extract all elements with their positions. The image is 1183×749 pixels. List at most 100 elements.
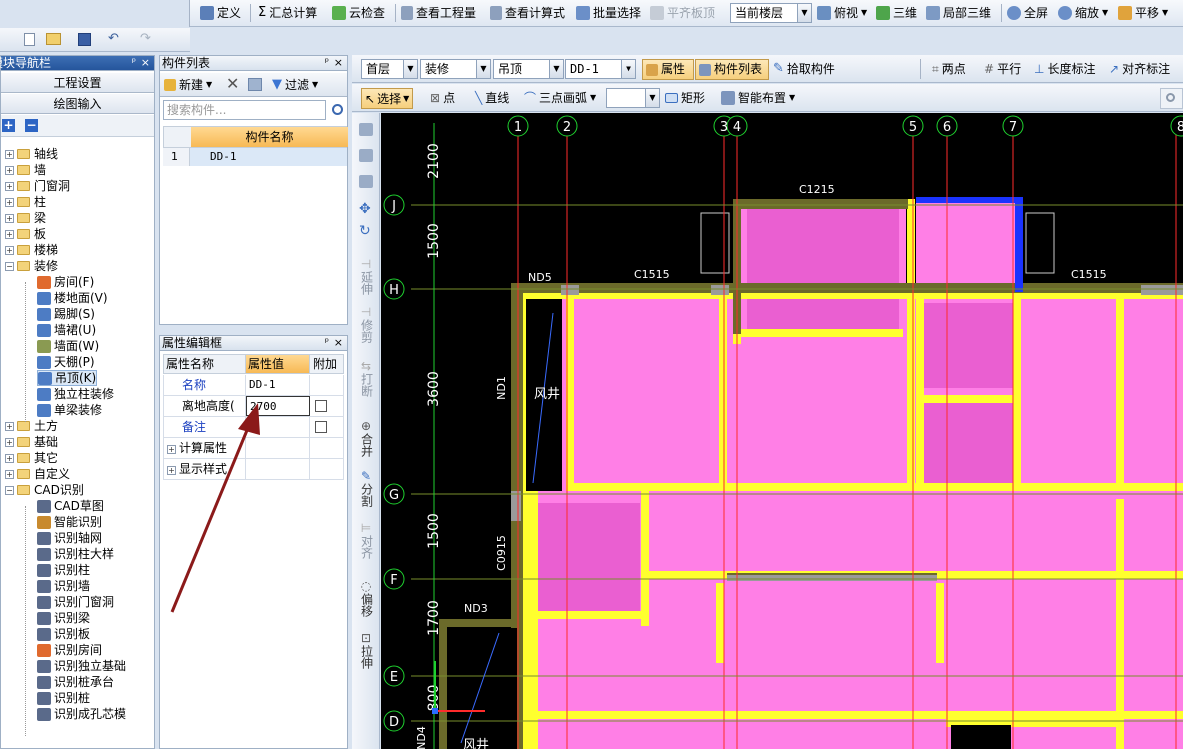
property-row[interactable]: 离地高度(2700 — [163, 396, 344, 417]
arc-mode-combo[interactable]: ▼ — [606, 88, 660, 108]
tree-item[interactable]: 智能识别 — [37, 514, 102, 530]
tree-folder[interactable]: + 轴线 — [5, 146, 58, 162]
property-row[interactable]: + 计算属性 — [163, 438, 344, 459]
expand-toggle-icon[interactable]: + — [5, 229, 14, 239]
expand-toggle-icon[interactable]: + — [5, 197, 14, 207]
zoom-button[interactable]: 缩放 ▼ — [1058, 0, 1108, 26]
tree-folder[interactable]: + 板 — [5, 226, 46, 242]
expand-toggle-icon[interactable]: + — [5, 453, 14, 463]
define-button[interactable]: 定义 — [200, 0, 241, 26]
open-folder-icon[interactable] — [46, 33, 61, 45]
tree-item[interactable]: 识别梁 — [37, 610, 90, 626]
search-icon[interactable] — [332, 104, 343, 115]
tree-item[interactable]: 识别门窗洞 — [37, 594, 114, 610]
top-view-button[interactable]: 俯视 ▼ — [817, 0, 867, 26]
tree-item[interactable]: 识别墙 — [37, 578, 90, 594]
tree-item[interactable]: 独立柱装修 — [37, 386, 114, 402]
tree-item[interactable]: 单梁装修 — [37, 402, 102, 418]
tree-folder[interactable]: + 柱 — [5, 194, 46, 210]
two-point-button[interactable]: ⌗ 两点 — [932, 56, 966, 82]
floor-combo[interactable]: 首层 ▼ — [361, 59, 418, 79]
property-row[interactable]: 备注 — [163, 417, 344, 438]
length-dim-button[interactable]: ⊥ 长度标注 — [1034, 56, 1095, 82]
tree-item[interactable]: 识别房间 — [37, 642, 102, 658]
expand-toggle-icon[interactable]: + — [167, 445, 176, 454]
tree-folder[interactable]: + 土方 — [5, 418, 58, 434]
split-tool[interactable]: ✎ 分割 — [352, 470, 380, 510]
save-icon[interactable] — [78, 33, 91, 46]
tree-folder[interactable]: + 梁 — [5, 210, 46, 226]
tree-folder[interactable]: + 门窗洞 — [5, 178, 70, 194]
component-list-toggle[interactable]: 构件列表 — [695, 59, 769, 80]
copy-tool-icon[interactable] — [359, 149, 373, 162]
close-icon[interactable]: × — [141, 56, 150, 70]
pan-button[interactable]: 平移 ▼ — [1118, 0, 1168, 26]
brush-icon[interactable] — [359, 123, 373, 136]
new-component-button[interactable]: 新建 ▼ — [164, 73, 212, 97]
line-button[interactable]: ╲ 直线 — [475, 85, 509, 111]
property-value[interactable] — [246, 417, 310, 437]
tree-item[interactable]: 识别桩 — [37, 690, 90, 706]
tree-item[interactable]: 楼地面(V) — [37, 290, 108, 306]
tree-item[interactable]: 识别桩承台 — [37, 674, 114, 690]
property-value[interactable]: 2700 — [246, 396, 310, 416]
tree-folder[interactable]: + 墙 — [5, 162, 46, 178]
property-value[interactable]: DD-1 — [246, 375, 310, 395]
expand-toggle-icon[interactable]: + — [5, 245, 14, 255]
type-combo[interactable]: 吊顶 ▼ — [493, 59, 564, 79]
floor-select[interactable]: 当前楼层 ▼ — [730, 3, 812, 23]
expand-toggle-icon[interactable]: + — [5, 149, 14, 159]
tree-item[interactable]: 识别独立基础 — [37, 658, 126, 674]
align-dim-button[interactable]: ↗ 对齐标注 — [1109, 56, 1170, 82]
align-tool[interactable]: ⊨ 对齐 — [352, 522, 380, 562]
extend-tool[interactable]: ⊣ 延伸 — [352, 258, 380, 298]
property-row[interactable]: + 显示样式 — [163, 459, 344, 480]
extra-checkbox[interactable] — [315, 400, 327, 412]
tree-item[interactable]: 识别柱大样 — [37, 546, 114, 562]
extra-checkbox[interactable] — [315, 421, 327, 433]
3d-button[interactable]: 三维 — [876, 0, 917, 26]
expand-toggle-icon[interactable]: + — [5, 213, 14, 223]
expand-toggle-icon[interactable]: + — [5, 469, 14, 479]
view-formula-button[interactable]: 查看计算式 — [490, 0, 565, 26]
project-settings-tab[interactable]: 工程设置 — [1, 73, 154, 93]
trim-tool[interactable]: ⊣ 修剪 — [352, 306, 380, 346]
tree-folder[interactable]: + 其它 — [5, 450, 58, 466]
tree-item[interactable]: CAD草图 — [37, 498, 104, 514]
tree-folder[interactable]: − CAD识别 — [5, 482, 84, 498]
expand-toggle-icon[interactable]: − — [5, 261, 14, 271]
expand-toggle-icon[interactable]: + — [5, 421, 14, 431]
expand-toggle-icon[interactable]: + — [167, 466, 176, 475]
pick-component-button[interactable]: ✎ 拾取构件 — [773, 56, 835, 82]
tree-item[interactable]: 吊顶(K) — [37, 370, 98, 386]
filter-button[interactable]: ▼ 过滤 ▼ — [272, 73, 318, 97]
expand-toggle-icon[interactable]: + — [5, 437, 14, 447]
parallel-button[interactable]: # 平行 — [984, 56, 1021, 82]
search-tool-button[interactable] — [1160, 88, 1183, 109]
category-combo[interactable]: 装修 ▼ — [420, 59, 491, 79]
tree-folder[interactable]: − 装修 — [5, 258, 58, 274]
tree-folder[interactable]: + 楼梯 — [5, 242, 58, 258]
tree-folder[interactable]: + 基础 — [5, 434, 58, 450]
property-value[interactable] — [246, 459, 310, 479]
arc-button[interactable]: ⌒ 三点画弧 ▼ — [524, 85, 596, 111]
close-icon[interactable]: × — [334, 336, 343, 350]
break-tool[interactable]: ⇆ 打断 — [352, 360, 380, 400]
tree-item[interactable]: 识别成孔芯模 — [37, 706, 126, 722]
properties-toggle[interactable]: 属性 — [642, 59, 694, 80]
rotate-icon[interactable]: ↻ — [359, 223, 371, 239]
collapse-all-icon[interactable]: − — [25, 119, 38, 132]
view-quantity-button[interactable]: 查看工程量 — [401, 0, 476, 26]
expand-toggle-icon[interactable]: − — [5, 485, 14, 495]
offset-tool[interactable]: ◌ 偏移 — [352, 580, 380, 620]
expand-toggle-icon[interactable]: + — [5, 181, 14, 191]
smart-layout-button[interactable]: 智能布置 ▼ — [721, 85, 795, 111]
cad-canvas[interactable]: 1 2 34 5 6 7 8 J H G F E D 2100 1500 3600 1500… — [381, 113, 1183, 749]
undo-icon[interactable]: ↶ — [108, 31, 119, 46]
expand-toggle-icon[interactable]: + — [5, 165, 14, 175]
property-value[interactable] — [246, 438, 310, 458]
align-slab-top-button[interactable]: 平齐板顶 — [650, 0, 715, 26]
pin-icon[interactable]: ᵖ — [325, 56, 329, 70]
component-row[interactable]: 1 DD-1 — [163, 148, 347, 166]
point-button[interactable]: ⊠ 点 — [430, 85, 455, 111]
